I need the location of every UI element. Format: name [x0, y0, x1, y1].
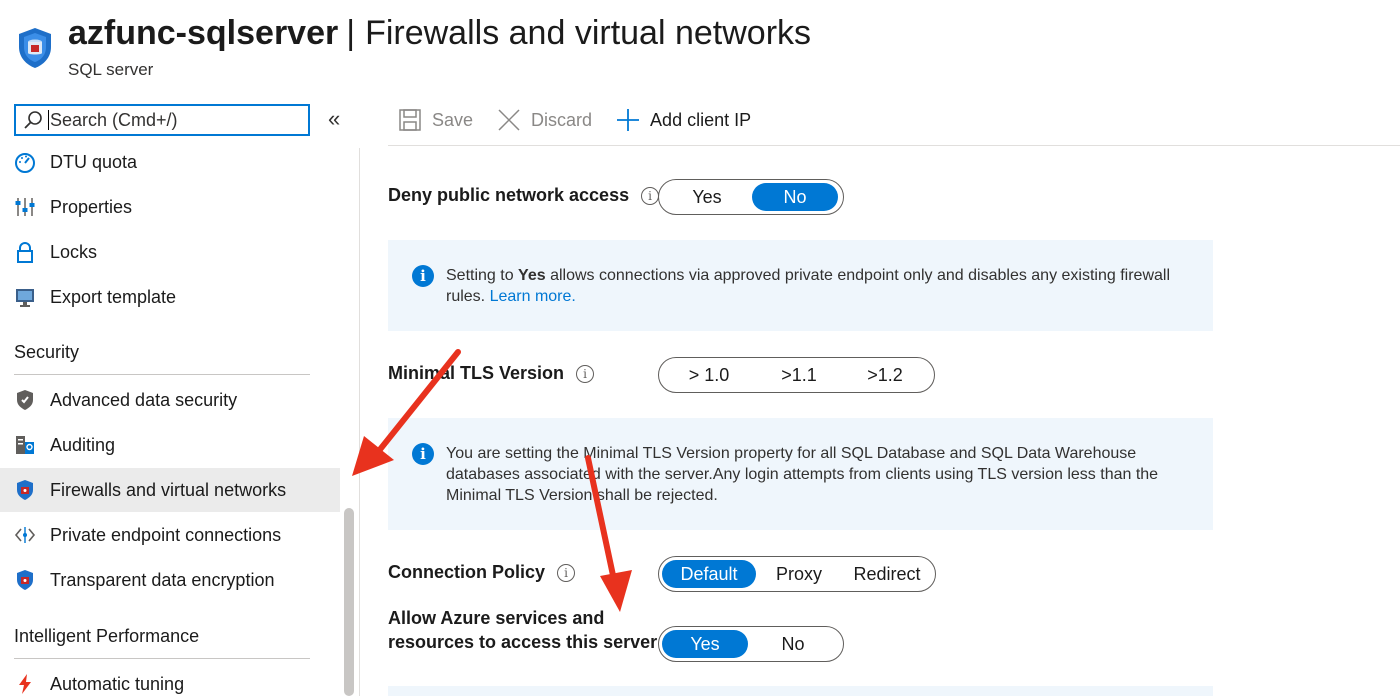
- sidebar-item-label: Transparent data encryption: [50, 569, 275, 590]
- sidebar-item-label: Auditing: [50, 434, 116, 455]
- connection-redirect-option[interactable]: Redirect: [842, 560, 932, 588]
- deny-public-info-box: i Setting to Yes allows connections via …: [388, 240, 1213, 331]
- deny-public-yes-option[interactable]: Yes: [662, 183, 752, 211]
- tls-1-0-option[interactable]: > 1.0: [662, 361, 756, 389]
- search-input[interactable]: Search (Cmd+/): [14, 104, 310, 136]
- discard-button[interactable]: Discard: [497, 108, 592, 132]
- allow-azure-label: Allow Azure services and resources to ac…: [388, 606, 657, 654]
- connection-policy-label: Connection Policy i: [388, 562, 576, 583]
- sidebar-item-auditing[interactable]: Auditing: [0, 423, 340, 467]
- info-icon[interactable]: i: [641, 186, 660, 205]
- save-button[interactable]: Save: [398, 108, 473, 132]
- shield-icon: [14, 389, 36, 411]
- sidebar-item-export-template[interactable]: Export template: [0, 275, 340, 319]
- deny-public-label-text: Deny public network access: [388, 185, 630, 205]
- command-bar: Save Discard Add client IP: [398, 104, 775, 136]
- section-security: Security: [14, 342, 80, 362]
- tls-1-1-option[interactable]: >1.1: [756, 361, 842, 389]
- section-divider: [14, 374, 310, 375]
- info-circle-icon: i: [412, 443, 434, 465]
- add-client-ip-button[interactable]: Add client IP: [616, 108, 751, 132]
- tls-info-text: You are setting the Minimal TLS Version …: [446, 445, 1159, 504]
- plus-icon: [617, 109, 640, 131]
- info-bold: Yes: [518, 267, 546, 284]
- blade-title: Firewalls and virtual networks: [365, 14, 812, 52]
- sql-server-shield-icon: [19, 28, 51, 68]
- allow-azure-yes-option[interactable]: Yes: [662, 630, 748, 658]
- allow-azure-no-option[interactable]: No: [748, 630, 838, 658]
- connection-proxy-option[interactable]: Proxy: [756, 560, 842, 588]
- gauge-icon: [14, 151, 36, 173]
- sidebar-item-label: Properties: [50, 196, 133, 217]
- search-placeholder: Search (Cmd+/): [48, 110, 178, 130]
- page-title: azfunc-sqlserver | Firewalls and virtual n…: [68, 14, 811, 53]
- title-separator: |: [346, 14, 356, 52]
- toolbar-divider: [388, 145, 1400, 146]
- sidebar-item-label: Private endpoint connections: [50, 524, 282, 545]
- encryption-shield-icon: [14, 569, 36, 591]
- resource-type: SQL server: [68, 60, 154, 79]
- allow-azure-label-line2: resources to access this server: [388, 632, 658, 652]
- deny-public-no-option[interactable]: No: [752, 183, 838, 211]
- properties-icon: [14, 196, 36, 218]
- sidebar-item-properties[interactable]: Properties: [0, 185, 340, 229]
- sidebar-item-automatic-tuning[interactable]: Automatic tuning: [0, 662, 340, 696]
- tls-label: Minimal TLS Version i: [388, 363, 595, 384]
- add-client-ip-label: Add client IP: [650, 109, 752, 130]
- sidebar-item-transparent-encryption[interactable]: Transparent data encryption: [0, 558, 340, 602]
- discard-label: Discard: [531, 109, 593, 130]
- sidebar-item-label: DTU quota: [50, 151, 138, 172]
- info-prefix: Setting to: [446, 267, 519, 284]
- sidebar-item-label: Export template: [50, 286, 177, 307]
- allow-azure-toggle[interactable]: Yes No: [658, 626, 844, 662]
- sidebar-item-firewalls[interactable]: Firewalls and virtual networks: [0, 468, 340, 512]
- tls-label-text: Minimal TLS Version: [388, 363, 565, 383]
- endpoint-icon: [14, 524, 36, 546]
- sidebar-item-label: Firewalls and virtual networks: [50, 479, 287, 500]
- deny-public-toggle[interactable]: Yes No: [658, 179, 844, 215]
- lightning-icon: [14, 673, 36, 695]
- connection-default-option[interactable]: Default: [662, 560, 756, 588]
- firewall-shield-icon: [14, 479, 36, 501]
- export-template-icon: [14, 286, 36, 308]
- sidebar-divider: [359, 148, 360, 696]
- section-divider: [14, 658, 310, 659]
- connection-policy-toggle[interactable]: Default Proxy Redirect: [658, 556, 936, 592]
- sidebar-item-label: Automatic tuning: [50, 673, 185, 694]
- save-icon: [399, 109, 421, 131]
- section-intelligent-performance: Intelligent Performance: [14, 626, 200, 646]
- resource-name: azfunc-sqlserver: [68, 14, 339, 52]
- save-label: Save: [432, 109, 474, 130]
- collapse-sidebar-button[interactable]: «: [328, 106, 350, 134]
- sidebar-item-advanced-data-security[interactable]: Advanced data security: [0, 378, 340, 422]
- deny-public-info-text: Setting to Yes allows connections via ap…: [446, 265, 1193, 307]
- connection-policy-label-text: Connection Policy: [388, 562, 546, 582]
- lock-icon: [14, 241, 36, 263]
- deny-public-label: Deny public network access i: [388, 185, 660, 206]
- info-icon[interactable]: i: [557, 563, 576, 582]
- tls-1-2-option[interactable]: >1.2: [842, 361, 928, 389]
- sidebar-item-label: Locks: [50, 241, 98, 262]
- sidebar-item-label: Advanced data security: [50, 389, 238, 410]
- info-icon[interactable]: i: [576, 364, 595, 383]
- allow-azure-label-line1: Allow Azure services and: [388, 608, 605, 628]
- close-icon: [498, 109, 520, 131]
- auditing-icon: [14, 434, 36, 456]
- sidebar-item-dtu-quota[interactable]: DTU quota: [0, 140, 340, 184]
- tls-toggle[interactable]: > 1.0 >1.1 >1.2: [658, 357, 935, 393]
- search-icon: [24, 111, 42, 129]
- bottom-info-box: [388, 686, 1213, 696]
- info-circle-icon: i: [412, 265, 434, 287]
- tls-info-box: i You are setting the Minimal TLS Versio…: [388, 418, 1213, 530]
- sidebar-item-private-endpoint[interactable]: Private endpoint connections: [0, 513, 340, 557]
- learn-more-link[interactable]: Learn more.: [490, 288, 576, 305]
- sidebar-item-locks[interactable]: Locks: [0, 230, 340, 274]
- sidebar-scrollbar[interactable]: [344, 508, 354, 696]
